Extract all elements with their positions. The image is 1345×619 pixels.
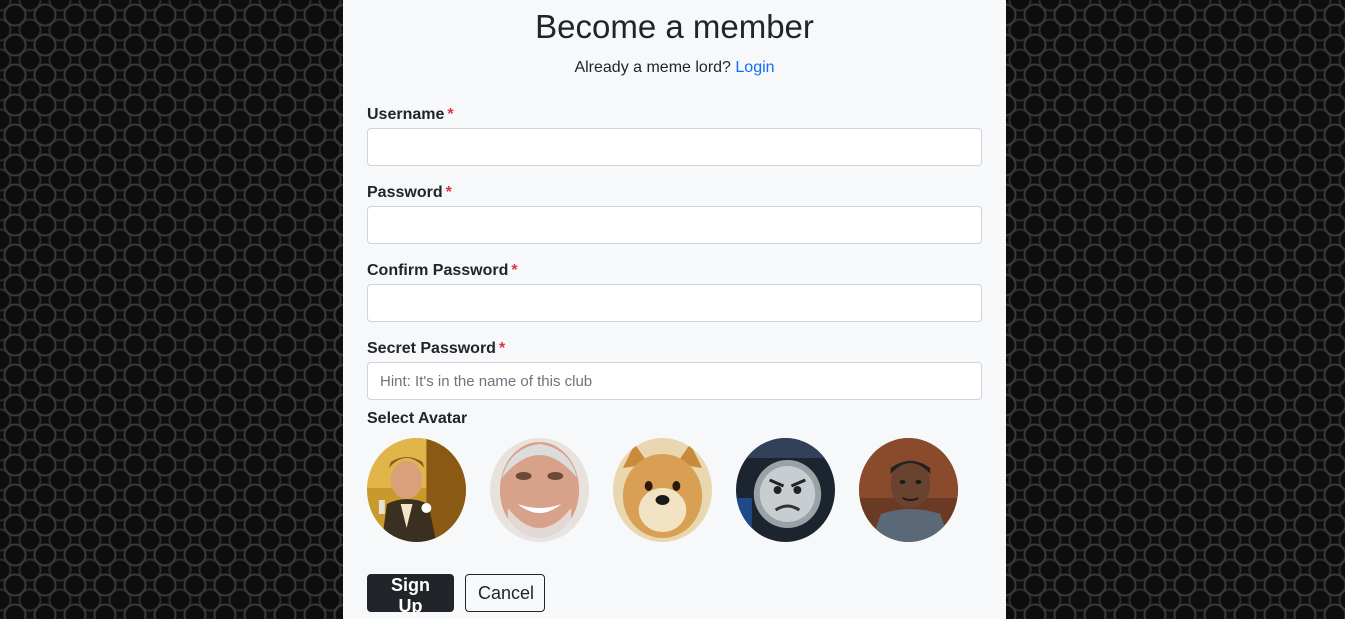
- password-field-group: Password *: [367, 183, 982, 244]
- cancel-button[interactable]: Cancel: [465, 574, 545, 612]
- form-actions: Sign Up Cancel: [367, 574, 982, 616]
- login-link[interactable]: Login: [735, 59, 774, 76]
- password-input[interactable]: [367, 206, 982, 244]
- signup-panel: Become a member Already a meme lord? Log…: [343, 0, 1006, 619]
- confirm-password-input[interactable]: [367, 284, 982, 322]
- angry-thomas-avatar[interactable]: [736, 438, 835, 542]
- password-label: Password *: [367, 184, 452, 201]
- secret-password-input[interactable]: [367, 362, 982, 400]
- avatar-field-group: Select Avatar: [367, 409, 982, 542]
- secret-password-label: Secret Password *: [367, 340, 506, 357]
- page-title: Become a member: [535, 8, 814, 45]
- avatar-options: [367, 438, 982, 542]
- confirm-password-label: Confirm Password *: [367, 262, 518, 279]
- required-mark: *: [498, 340, 506, 357]
- username-field-group: Username *: [367, 105, 982, 166]
- confirm-password-field-group: Confirm Password *: [367, 261, 982, 322]
- required-mark: *: [445, 184, 452, 201]
- required-mark: *: [511, 262, 518, 279]
- required-mark: *: [447, 106, 454, 123]
- doge-avatar[interactable]: [613, 438, 712, 542]
- will-smith-avatar[interactable]: [859, 438, 958, 542]
- login-prompt: Already a meme lord? Login: [367, 58, 982, 78]
- username-input[interactable]: [367, 128, 982, 166]
- sign-up-button[interactable]: Sign Up: [367, 574, 454, 616]
- select-avatar-label: Select Avatar: [367, 410, 468, 427]
- secret-password-field-group: Secret Password *: [367, 339, 982, 400]
- login-prompt-text: Already a meme lord?: [574, 59, 731, 76]
- hide-the-pain-harold-avatar[interactable]: [490, 438, 589, 542]
- username-label: Username *: [367, 106, 454, 123]
- laughing-leo-avatar[interactable]: [367, 438, 466, 542]
